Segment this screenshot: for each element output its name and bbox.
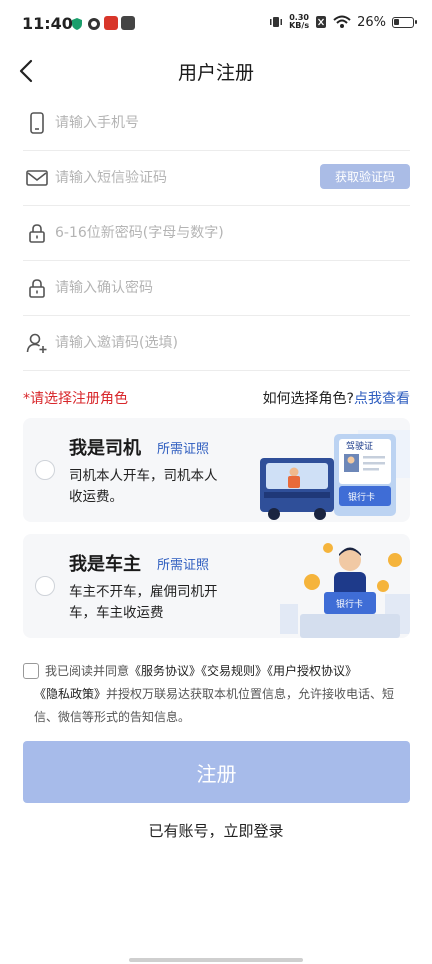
home-indicator[interactable] [129, 958, 303, 962]
agreement-text-continued: 《隐私政策》并授权万联易达获取本机位置信息，允许接收电话、短信、微信等形式的告知… [34, 687, 395, 724]
trade-rules-link[interactable]: 《交易规则》 [201, 664, 267, 678]
battery-icon [392, 16, 417, 28]
wifi-icon [333, 15, 351, 28]
phone-input[interactable] [55, 114, 410, 131]
login-link[interactable]: 已有账号，立即登录 [0, 820, 432, 841]
user-authorization-link[interactable]: 《用户授权协议》 [267, 664, 357, 678]
phone-icon [25, 111, 49, 135]
driver-docs-link[interactable]: 所需证照 [157, 438, 209, 457]
owner-illustration: 银行卡 [280, 543, 410, 638]
page-title: 用户注册 [177, 62, 254, 84]
owner-title: 我是车主 [69, 554, 141, 575]
sms-code-field: 获取验证码 [23, 150, 410, 206]
driver-description: 司机本人开车，司机本人收运费。 [69, 468, 218, 505]
driver-radio[interactable] [35, 460, 55, 480]
battery-percent: 26% [357, 14, 386, 30]
agreement-text: 我已阅读并同意《服务协议》《交易规则》《用户授权协议》 [45, 664, 358, 678]
agreement-checkbox[interactable] [23, 663, 39, 679]
invite-code-input[interactable] [55, 334, 410, 351]
nosim-icon [316, 16, 327, 28]
lock-icon [25, 276, 49, 300]
owner-description: 车主不开车，雇佣司机开车，车主收运费 [69, 584, 218, 621]
role-card-driver[interactable]: 我是司机 所需证照 司机本人开车，司机本人收运费。 驾驶证 银行卡 [23, 418, 410, 522]
invite-code-field [23, 315, 410, 371]
driver-illustration: 驾驶证 银行卡 [260, 430, 410, 520]
network-speed: 0.30 KB/s [289, 13, 310, 30]
clock: 11:40 [22, 14, 73, 33]
header: 用户注册 [0, 52, 432, 92]
owner-radio[interactable] [35, 576, 55, 596]
app-notification-icon [87, 16, 101, 30]
role-prompt: *请选择注册角色 [23, 391, 128, 407]
add-user-icon [25, 331, 49, 355]
role-card-owner[interactable]: 我是车主 所需证照 车主不开车，雇佣司机开车，车主收运费 银行卡 [23, 534, 410, 638]
role-help: 如何选择角色?点我查看 [262, 391, 410, 407]
status-bar: 11:40 0.30 KB/s 26% [0, 0, 432, 52]
vibrate-icon [270, 17, 283, 27]
service-agreement-link[interactable]: 《服务协议》 [129, 664, 201, 678]
password-input[interactable] [55, 224, 410, 241]
privacy-policy-link[interactable]: 《隐私政策》 [34, 687, 106, 701]
app-notification-icon-red [104, 16, 118, 30]
envelope-icon [25, 166, 49, 190]
register-button[interactable]: 注册 [23, 741, 410, 803]
status-right: 0.30 KB/s 26% [269, 13, 417, 30]
owner-docs-link[interactable]: 所需证照 [157, 554, 209, 573]
shield-notification-icon [70, 16, 84, 30]
bank-card-label: 银行卡 [336, 598, 363, 610]
role-help-link[interactable]: 点我查看 [354, 391, 410, 407]
license-label: 驾驶证 [346, 440, 373, 452]
get-code-button[interactable]: 获取验证码 [320, 164, 410, 189]
bank-card-label: 银行卡 [348, 491, 375, 503]
phone-field [23, 95, 410, 151]
message-notification-icon [121, 16, 135, 30]
confirm-password-input[interactable] [55, 279, 410, 296]
confirm-password-field [23, 260, 410, 316]
password-field [23, 205, 410, 261]
driver-title: 我是司机 [69, 438, 141, 459]
lock-icon [25, 221, 49, 245]
